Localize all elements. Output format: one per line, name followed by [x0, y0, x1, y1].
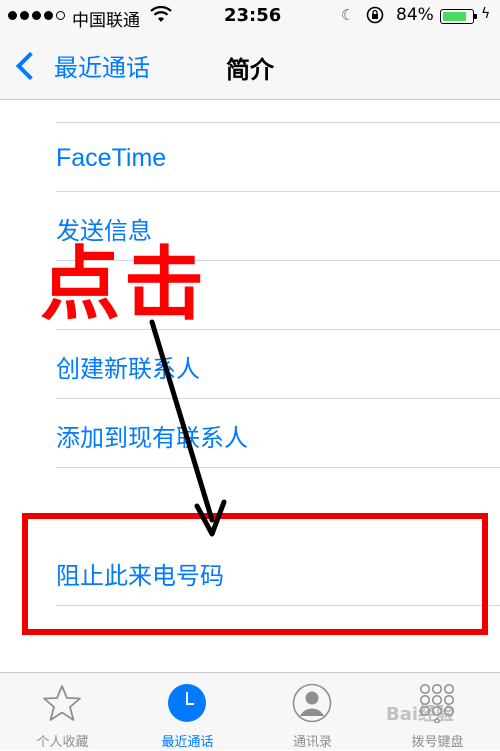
tab-recents[interactable]: 最近通话	[125, 673, 250, 751]
tab-label-recents: 最近通话	[161, 735, 214, 750]
contact-icon	[292, 683, 332, 723]
tab-label-contacts: 通讯录	[292, 735, 332, 750]
annotation-arrow	[149, 319, 227, 537]
tab-label-favorites: 个人收藏	[36, 735, 89, 750]
clock-icon	[168, 684, 206, 722]
star-icon	[43, 685, 81, 721]
tab-contacts[interactable]: 通讯录	[250, 673, 375, 751]
tab-favorites[interactable]: 个人收藏	[0, 673, 125, 751]
tab-label-keypad: 拨号键盘	[411, 735, 464, 750]
watermark: Bai经验	[386, 704, 455, 725]
